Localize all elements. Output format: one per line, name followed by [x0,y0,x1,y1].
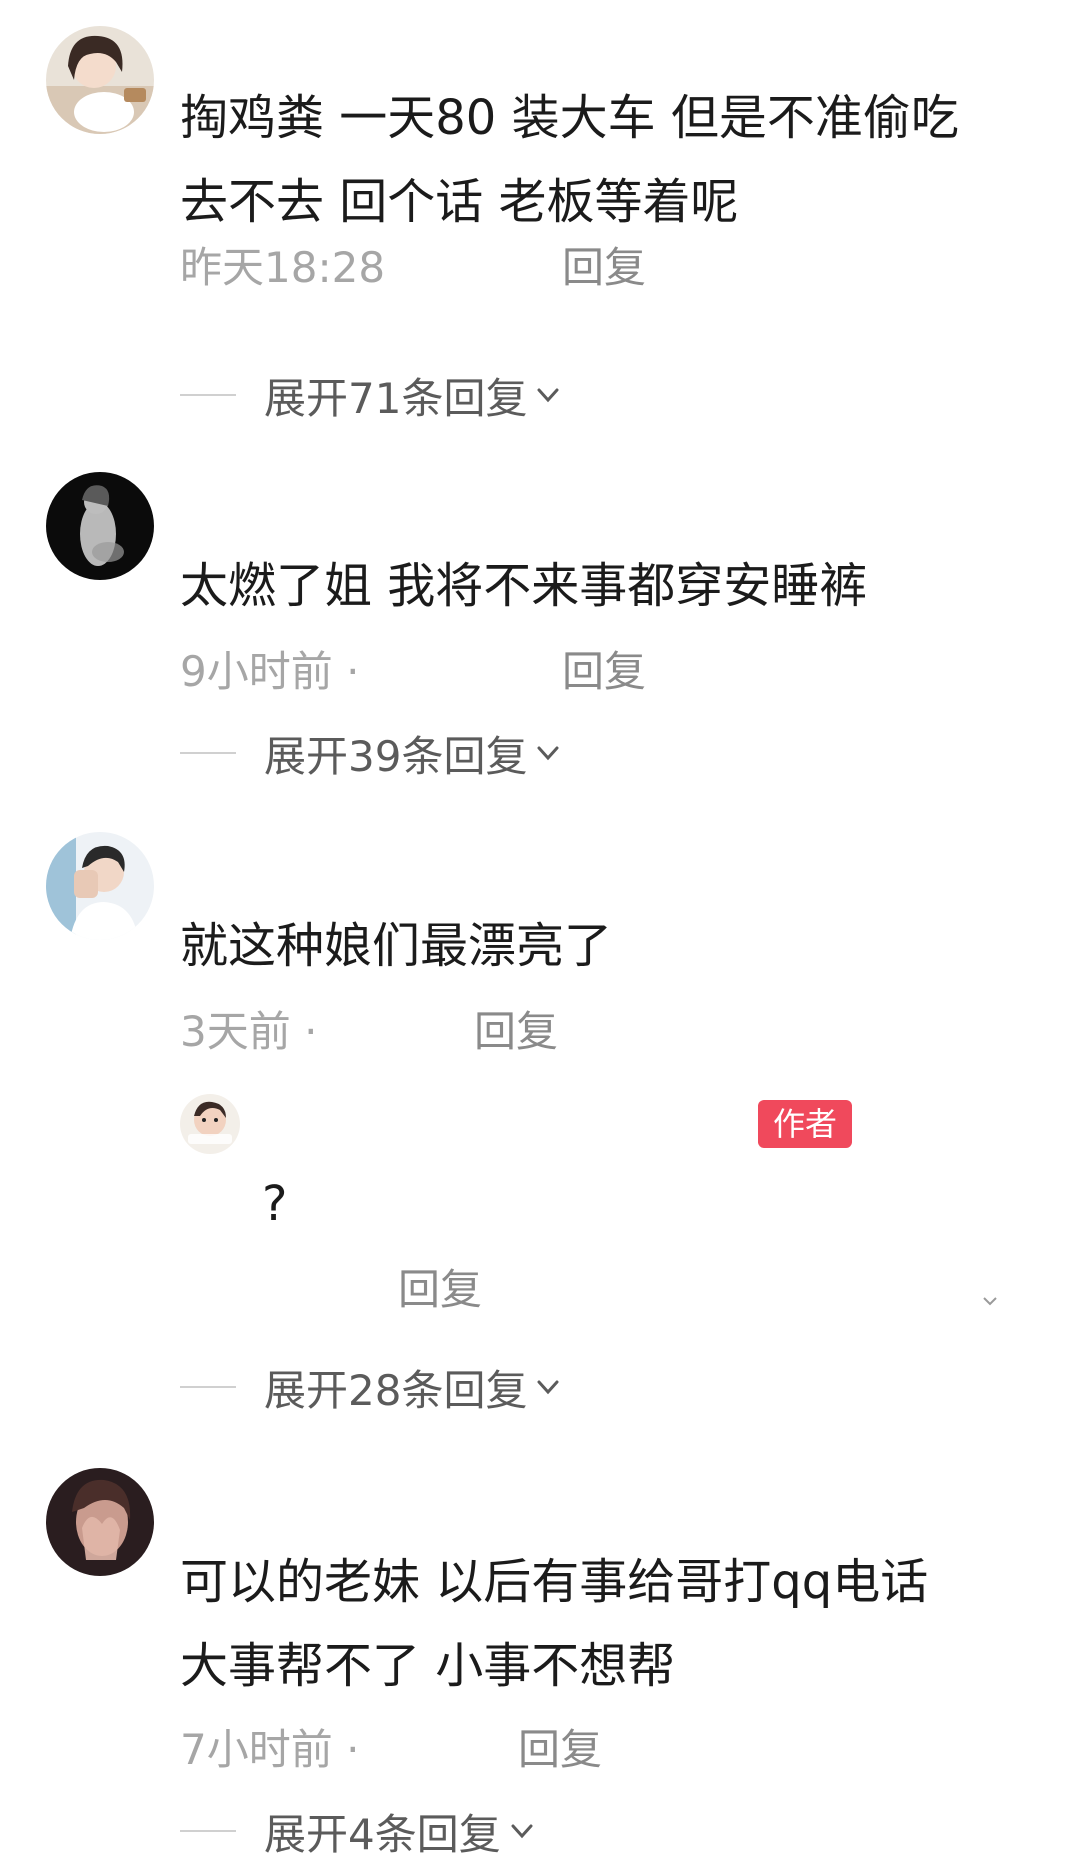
expand-replies-label: 展开71条回复 [264,373,528,423]
comment-text-line: 太燃了姐 我将不来事都穿安睡裤 [180,558,868,614]
divider-line [180,1830,236,1832]
author-avatar[interactable] [180,1094,240,1154]
expand-replies-button[interactable]: 展开28条回复 [180,1362,563,1415]
avatar[interactable] [46,472,154,580]
comment-text: 可以的老妹 以后有事给哥打qq电话 大事帮不了 小事不想帮 [180,1540,1040,1708]
reply-button[interactable]: 回复 [518,1716,602,1777]
author-badge: 作者 [758,1100,852,1148]
avatar[interactable] [46,1468,154,1576]
sub-reply-text: ? [262,1176,288,1232]
comment-text-line: 去不去 回个话 老板等着呢 [180,174,739,230]
expand-replies-label: 展开28条回复 [264,1365,528,1415]
expand-replies-button[interactable]: 展开39条回复 [180,728,563,781]
divider-line [180,1386,236,1388]
comment-timestamp: 7小时前 · [180,1725,360,1774]
comment-text: 就这种娘们最漂亮了 [180,904,1040,988]
comment-text: 掏鸡粪 一天80 装大车 但是不准偷吃 去不去 回个话 老板等着呢 [180,76,1040,244]
divider-line [180,394,236,396]
comment-timestamp: 9小时前 · [180,647,360,696]
reply-button[interactable]: 回复 [562,638,646,699]
expand-replies-button[interactable]: 展开71条回复 [180,370,563,423]
comment-text-line: 大事帮不了 小事不想帮 [180,1638,676,1694]
chevron-down-icon [537,1380,559,1395]
comment-timestamp: 昨天18:28 [180,243,386,292]
divider-line [180,752,236,754]
chevron-down-icon [537,746,559,761]
comment-text-line: 可以的老妹 以后有事给哥打qq电话 [180,1554,929,1610]
reply-button[interactable]: 回复 [562,234,646,295]
expand-replies-button[interactable]: 展开4条回复 [180,1806,537,1859]
chevron-down-icon [511,1824,533,1839]
caret-icon [983,1297,997,1306]
reply-button[interactable]: 回复 [474,998,558,1059]
expand-replies-label: 展开4条回复 [264,1809,501,1859]
avatar[interactable] [46,26,154,134]
chevron-down-icon [537,388,559,403]
comment-text-line: 掏鸡粪 一天80 装大车 但是不准偷吃 [180,90,959,146]
avatar[interactable] [46,832,154,940]
expand-replies-label: 展开39条回复 [264,731,528,781]
comment-text-line: 就这种娘们最漂亮了 [180,918,613,974]
sub-reply-button[interactable]: 回复 [398,1256,482,1317]
comment-timestamp: 3天前 · [180,1007,318,1056]
comment-text: 太燃了姐 我将不来事都穿安睡裤 [180,544,1040,628]
